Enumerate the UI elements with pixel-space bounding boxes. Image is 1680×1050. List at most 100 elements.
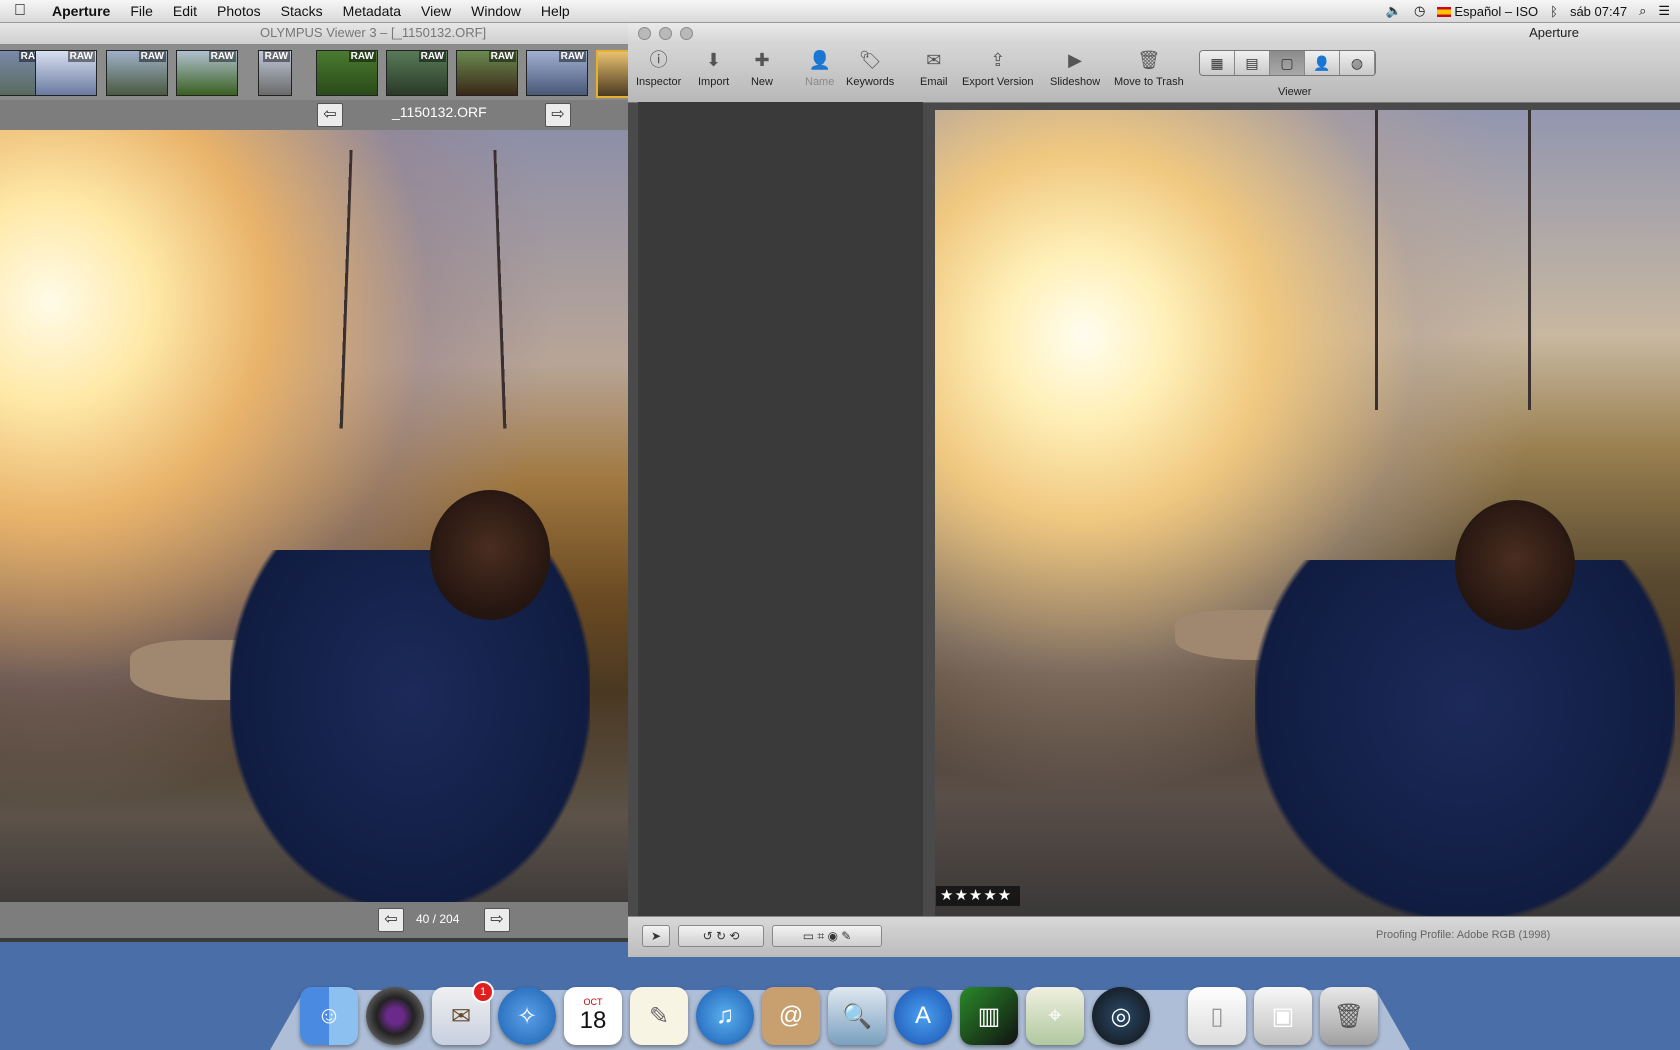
apple-menu-icon[interactable]: : [14, 2, 42, 20]
edit-tools-group[interactable]: ▭ ⌗ ◉ ✎: [772, 925, 882, 947]
export-version-button[interactable]: ⇪ Export Version: [962, 48, 1034, 88]
rotate-tools-group[interactable]: ↺ ↻ ⟲: [678, 925, 764, 947]
person-icon: 👤: [808, 50, 831, 70]
next-image-button-bottom[interactable]: ⇨: [484, 908, 510, 932]
textedit-icon[interactable]: ✎: [630, 987, 688, 1045]
dock: ☺ ✉ 1 ✧ OCT 18 ✎ ♫ @ 🔍 A ▥ ⌖ ◎ ▯ ▣ 🗑: [300, 965, 1378, 1045]
maps-icon[interactable]: ⌖: [1026, 987, 1084, 1045]
aperture-window-title: Aperture: [1529, 25, 1579, 40]
stamp-icon: ✉: [926, 50, 942, 70]
calendar-icon[interactable]: OCT 18: [564, 987, 622, 1045]
minimize-window-button[interactable]: [659, 27, 672, 40]
filmstrip-thumbnail[interactable]: RAW: [106, 50, 168, 96]
close-window-button[interactable]: [638, 27, 651, 40]
time-machine-icon[interactable]: ◷: [1414, 3, 1425, 19]
email-button[interactable]: ✉ Email: [920, 48, 948, 88]
menu-photos[interactable]: Photos: [207, 3, 271, 19]
aperture-app-icon[interactable]: [366, 987, 424, 1045]
mail-unread-badge: 1: [472, 981, 494, 1003]
play-icon: ▶: [1068, 50, 1082, 70]
filmstrip-thumbnail[interactable]: RAW: [526, 50, 588, 96]
star-rating-badge[interactable]: ★★★★★: [936, 886, 1020, 906]
filmstrip-thumbnail-selected[interactable]: [596, 50, 630, 98]
selection-tool-icon[interactable]: ➤: [642, 925, 670, 947]
image-capture-icon[interactable]: ◎: [1092, 987, 1150, 1045]
bluetooth-icon[interactable]: ᛒ: [1550, 4, 1558, 19]
olympus-filmstrip[interactable]: RAW RAW RAW RAW RAW RAW RAW RAW RAW: [0, 44, 630, 100]
name-button[interactable]: 👤 Name: [805, 48, 834, 88]
new-button[interactable]: ✚ New: [750, 48, 774, 88]
photo-folder-stack-icon[interactable]: ▣: [1254, 987, 1312, 1045]
power-pylon: [339, 149, 507, 429]
viewer-view-icon[interactable]: ▢: [1270, 51, 1305, 75]
aperture-main-photo: [935, 110, 1680, 916]
olympus-window-title: OLYMPUS Viewer 3 – [_1150132.ORF]: [0, 22, 628, 44]
previous-image-button-bottom[interactable]: ⇦: [378, 908, 404, 932]
inspector-button[interactable]: ⓘ Inspector: [636, 48, 681, 88]
menu-help[interactable]: Help: [531, 3, 580, 19]
previous-image-button[interactable]: ⇦: [317, 103, 343, 127]
browser-view-icon[interactable]: ▦: [1200, 51, 1235, 75]
mail-icon[interactable]: ✉ 1: [432, 981, 494, 1045]
places-view-icon[interactable]: ◍: [1340, 51, 1375, 75]
olympus-filename: _1150132.ORF: [392, 104, 487, 120]
zoom-window-button[interactable]: [680, 27, 693, 40]
menu-view[interactable]: View: [411, 3, 461, 19]
download-arrow-icon: ⬇: [706, 50, 722, 70]
cyclist-head: [430, 490, 550, 620]
filmstrip-thumbnail[interactable]: RAW: [386, 50, 448, 96]
address-book-icon[interactable]: @: [762, 987, 820, 1045]
olympus-bottom-bar: ⇦ 40 / 204 ⇨: [0, 902, 628, 938]
keywords-button[interactable]: 🏷 Keywords: [846, 48, 894, 88]
filmstrip-thumbnail[interactable]: RAW: [258, 50, 292, 96]
export-icon: ⇪: [990, 50, 1006, 70]
preview-icon[interactable]: 🔍: [828, 987, 886, 1045]
power-pylon: [1375, 110, 1531, 410]
slideshow-button[interactable]: ▶ Slideshow: [1050, 48, 1100, 88]
next-image-button[interactable]: ⇨: [545, 103, 571, 127]
aperture-bottom-toolbar: ➤ ↺ ↻ ⟲ ▭ ⌗ ◉ ✎ Proofing Profile: Adobe …: [628, 916, 1680, 957]
view-mode-segmented-control: ▦ ▤ ▢ 👤 ◍: [1199, 50, 1376, 76]
menu-file[interactable]: File: [120, 3, 163, 19]
tag-icon: 🏷: [858, 50, 882, 70]
proofing-profile-label: Proofing Profile: Adobe RGB (1998): [1376, 929, 1551, 941]
menu-app-aperture[interactable]: Aperture: [42, 3, 120, 19]
olympus-viewer-window: OLYMPUS Viewer 3 – [_1150132.ORF] RAW RA…: [0, 22, 630, 942]
menu-edit[interactable]: Edit: [163, 3, 207, 19]
cyclist-boy: [230, 550, 590, 910]
itunes-icon[interactable]: ♫: [696, 987, 754, 1045]
menu-metadata[interactable]: Metadata: [333, 3, 411, 19]
safari-icon[interactable]: ✧: [498, 987, 556, 1045]
notification-center-icon[interactable]: ☰: [1658, 3, 1670, 19]
image-counter: 40 / 204: [416, 912, 460, 926]
olympus-nav-bar: ⇦ _1150132.ORF ⇨: [0, 100, 628, 130]
menu-bar:  Aperture File Edit Photos Stacks Metad…: [0, 0, 1680, 23]
filmstrip-thumbnail[interactable]: RAW: [456, 50, 518, 96]
menu-stacks[interactable]: Stacks: [271, 3, 333, 19]
menu-clock[interactable]: sáb 07:47: [1570, 4, 1627, 19]
filmstrip-thumbnail[interactable]: RAW: [35, 50, 97, 96]
menu-window[interactable]: Window: [461, 3, 531, 19]
trash-icon: 🗑: [1137, 50, 1161, 70]
cyclist-head: [1455, 500, 1575, 630]
plus-icon: ✚: [754, 50, 770, 70]
finder-icon[interactable]: ☺: [300, 987, 358, 1045]
trash-icon[interactable]: 🗑: [1320, 987, 1378, 1045]
faces-view-icon[interactable]: 👤: [1305, 51, 1340, 75]
document-stack-icon[interactable]: ▯: [1188, 987, 1246, 1045]
activity-monitor-icon[interactable]: ▥: [960, 987, 1018, 1045]
move-to-trash-button[interactable]: 🗑 Move to Trash: [1114, 48, 1184, 88]
import-button[interactable]: ⬇ Import: [698, 48, 729, 88]
filmstrip-thumbnail[interactable]: RAW: [176, 50, 238, 96]
spain-flag-icon: [1437, 7, 1452, 18]
info-icon: ⓘ: [649, 50, 668, 70]
aperture-window: Aperture ⓘ Inspector ⬇ Import ✚ New 👤 Name 🏷…: [628, 22, 1680, 957]
cyclist-boy: [1255, 560, 1675, 916]
app-store-icon[interactable]: A: [894, 987, 952, 1045]
input-source-menu[interactable]: Español – ISO: [1437, 4, 1538, 19]
filmstrip-thumbnail[interactable]: RAW: [316, 50, 378, 96]
aperture-side-panel: [638, 102, 923, 916]
volume-icon[interactable]: 🔈: [1386, 3, 1402, 19]
spotlight-search-icon[interactable]: ⌕: [1639, 3, 1646, 19]
split-view-icon[interactable]: ▤: [1235, 51, 1270, 75]
